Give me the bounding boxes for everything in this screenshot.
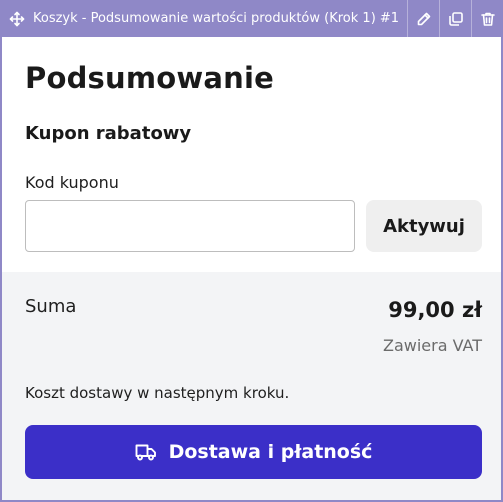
coupon-section: Podsumowanie Kupon rabatowy Kod kuponu A…	[2, 37, 501, 272]
block-toolbar: Koszyk - Podsumowanie wartości produktów…	[0, 0, 503, 37]
checkout-button-label: Dostawa i płatność	[168, 441, 373, 463]
delete-icon[interactable]	[471, 0, 503, 37]
sum-label: Suma	[25, 296, 77, 317]
shipping-cost-note: Koszt dostawy w następnym kroku.	[25, 384, 290, 402]
toolbar-title: Koszyk - Podsumowanie wartości produktów…	[33, 11, 400, 26]
vat-note: Zawiera VAT	[382, 336, 482, 355]
page-title: Podsumowanie	[25, 61, 274, 95]
sum-value: 99,00 zł	[388, 298, 482, 322]
toolbar-actions	[407, 0, 503, 37]
cart-summary: Podsumowanie Kupon rabatowy Kod kuponu A…	[2, 37, 501, 500]
activate-coupon-button[interactable]: Aktywuj	[366, 200, 482, 252]
delivery-and-payment-button[interactable]: Dostawa i płatność	[25, 425, 482, 479]
coupon-code-input[interactable]	[25, 200, 355, 252]
truck-icon	[135, 443, 157, 461]
coupon-field-label: Kod kuponu	[25, 173, 119, 192]
move-icon[interactable]	[3, 0, 31, 37]
coupon-section-title: Kupon rabatowy	[25, 123, 192, 144]
totals-section: Suma 99,00 zł Zawiera VAT Koszt dostawy …	[2, 272, 501, 500]
duplicate-icon[interactable]	[439, 0, 471, 37]
edit-icon[interactable]	[407, 0, 439, 37]
